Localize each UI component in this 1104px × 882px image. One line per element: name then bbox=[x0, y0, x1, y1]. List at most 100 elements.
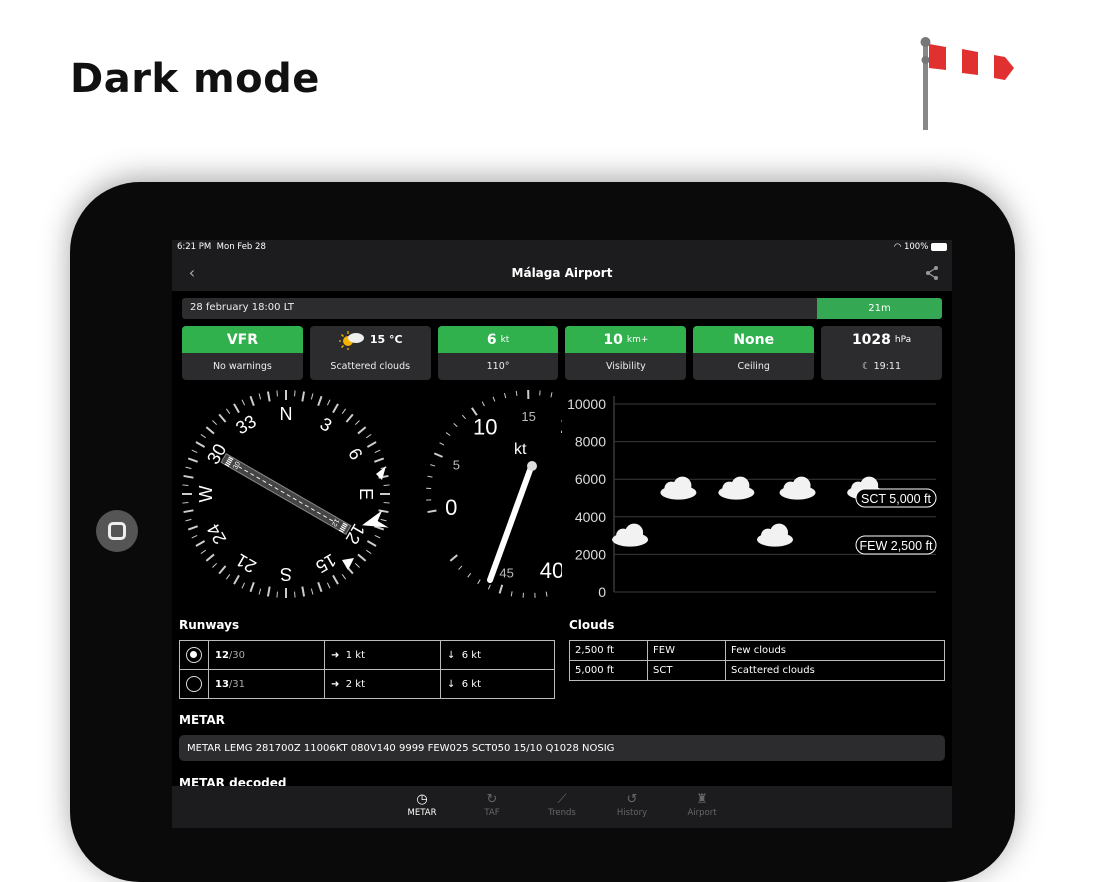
compass-tick bbox=[355, 563, 359, 567]
compass-tick bbox=[184, 476, 194, 478]
cloud-altitude: 5,000 ft bbox=[570, 661, 648, 681]
visibility-unit: km+ bbox=[627, 335, 649, 345]
runway-id: 12 bbox=[215, 650, 229, 661]
status-bar: 6:21 PM Mon Feb 28 ◠ 100% bbox=[172, 240, 952, 254]
compass-label: 15 bbox=[312, 550, 339, 577]
cloud-layer-row: 5,000 ft SCT Scattered clouds bbox=[570, 661, 945, 681]
clock-icon: ◷ bbox=[416, 792, 427, 808]
crosswind-value: 2 kt bbox=[346, 679, 365, 690]
crosswind-arrow-icon: ➜ bbox=[331, 679, 339, 690]
compass-tick bbox=[188, 458, 197, 461]
speed-label: 0 bbox=[445, 495, 457, 520]
compass-tick bbox=[234, 404, 239, 413]
compass-tick bbox=[182, 503, 188, 504]
compass-tick bbox=[327, 583, 330, 588]
speed-tick bbox=[511, 591, 512, 596]
wind-speed-gauge: 051015202530354045 kt bbox=[412, 384, 562, 604]
crosswind-arrow-icon: ➜ bbox=[331, 650, 339, 661]
compass-tick bbox=[277, 592, 278, 598]
back-icon[interactable]: ‹ bbox=[182, 263, 202, 283]
compass-tick bbox=[184, 510, 194, 512]
wind-speed-unit: kt bbox=[501, 335, 510, 345]
speed-tick bbox=[440, 443, 444, 445]
compass-tick bbox=[250, 582, 253, 591]
tab-airport[interactable]: ♜Airport bbox=[685, 792, 719, 828]
compass-tick bbox=[318, 582, 321, 591]
compass-tick bbox=[196, 442, 205, 447]
compass-tick bbox=[327, 400, 330, 405]
observation-age-badge: 21m bbox=[817, 298, 942, 319]
temperature-tile[interactable]: 15 °C Scattered clouds bbox=[310, 326, 431, 380]
share-icon[interactable] bbox=[922, 263, 942, 283]
compass-tick bbox=[206, 554, 214, 560]
compass-tick bbox=[333, 404, 338, 413]
compass-tick bbox=[259, 394, 261, 400]
runway-row[interactable]: 12/30 ➜ 1 kt ↓ 6 kt bbox=[180, 641, 555, 670]
status-date: Mon Feb 28 bbox=[217, 242, 266, 252]
compass-label: N bbox=[280, 404, 293, 424]
compass-tick bbox=[242, 400, 245, 405]
home-button[interactable] bbox=[96, 510, 138, 552]
runway-row[interactable]: 13/31 ➜ 2 kt ↓ 6 kt bbox=[180, 670, 555, 699]
visibility-label: Visibility bbox=[565, 353, 686, 380]
speed-tick bbox=[462, 415, 465, 419]
compass-tick bbox=[358, 554, 366, 560]
tab-label: History bbox=[617, 808, 647, 818]
history-icon: ↺ bbox=[627, 792, 638, 808]
chart-tick-label: 2000 bbox=[575, 546, 606, 562]
pressure-tile[interactable]: 1028hPa ☾19:11 bbox=[821, 326, 942, 380]
airport-tower-icon: ♜ bbox=[696, 792, 708, 808]
tab-trends[interactable]: ⟋Trends bbox=[545, 792, 579, 828]
compass-label: S bbox=[280, 564, 292, 584]
speed-label: 10 bbox=[473, 415, 497, 440]
runway-radio-selected[interactable] bbox=[186, 647, 202, 663]
partly-cloudy-icon bbox=[338, 329, 366, 351]
runway-strip: 1230 bbox=[221, 454, 351, 535]
variable-wind-marker-icon bbox=[342, 558, 354, 570]
headwind-value: 6 kt bbox=[462, 679, 481, 690]
compass-label: 33 bbox=[232, 411, 259, 438]
sky-condition: Scattered clouds bbox=[310, 353, 431, 380]
speed-unit-label: kt bbox=[514, 441, 527, 458]
compass-tick bbox=[302, 587, 304, 597]
compass-tick bbox=[366, 550, 371, 553]
cloud-marker-icon bbox=[718, 477, 754, 500]
compass-tick bbox=[374, 458, 383, 461]
moon-icon: ☾ bbox=[862, 361, 871, 372]
observation-timebar: 28 february 18:00 LT 21m bbox=[182, 298, 942, 319]
wind-tile[interactable]: 6kt 110° bbox=[438, 326, 559, 380]
compass-tick bbox=[384, 485, 390, 486]
wind-speed-value: 6 bbox=[487, 332, 497, 348]
speed-tick bbox=[450, 555, 457, 561]
app-screen: 6:21 PM Mon Feb 28 ◠ 100% ‹ Málaga Airpo… bbox=[172, 240, 952, 828]
runways-table: 12/30 ➜ 1 kt ↓ 6 kt 13/31 ➜ 2 kt ↓ 6 kt bbox=[179, 640, 555, 699]
chart-tick-label: 0 bbox=[598, 584, 606, 600]
compass-tick bbox=[201, 434, 206, 437]
summary-tiles: VFR No warnings 15 °C Scattered clouds 6… bbox=[182, 326, 942, 380]
speed-tick bbox=[428, 476, 433, 477]
tab-history[interactable]: ↺History bbox=[615, 792, 649, 828]
metar-raw-text[interactable]: METAR LEMG 281700Z 11006KT 080V140 9999 … bbox=[179, 735, 945, 761]
speed-tick bbox=[434, 453, 442, 457]
speed-tick bbox=[430, 465, 435, 466]
chart-tick-label: 4000 bbox=[575, 509, 606, 525]
tab-metar[interactable]: ◷METAR bbox=[405, 792, 439, 828]
cloud-marker-icon bbox=[757, 524, 793, 547]
ceiling-tile[interactable]: None Ceiling bbox=[693, 326, 814, 380]
flight-rules-tile[interactable]: VFR No warnings bbox=[182, 326, 303, 380]
cloud-altitude: 2,500 ft bbox=[570, 641, 648, 661]
cloud-marker-icon bbox=[660, 477, 696, 500]
tab-taf[interactable]: ↻TAF bbox=[475, 792, 509, 828]
visibility-tile[interactable]: 10km+ Visibility bbox=[565, 326, 686, 380]
speed-label: 40 bbox=[540, 558, 562, 583]
compass-label: W bbox=[196, 486, 216, 503]
tab-label: Airport bbox=[687, 808, 716, 818]
compass-tick bbox=[201, 550, 206, 553]
compass-tick bbox=[302, 392, 304, 402]
compass-tick bbox=[196, 541, 205, 546]
compass-tick bbox=[192, 450, 197, 453]
runway-graphic: 1230 bbox=[221, 454, 351, 535]
temperature-value: 15 °C bbox=[370, 333, 403, 346]
clouds-table: 2,500 ft FEW Few clouds 5,000 ft SCT Sca… bbox=[569, 640, 945, 681]
runway-radio[interactable] bbox=[186, 676, 202, 692]
